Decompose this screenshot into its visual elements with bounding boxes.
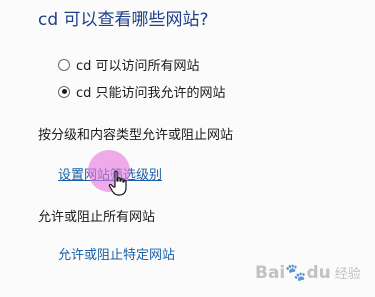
baidu-watermark: Bai🐾du 经验 bbox=[255, 263, 361, 283]
allow-block-specific-sites-link[interactable]: 允许或阻止特定网站 bbox=[58, 244, 175, 263]
radio-button-checked[interactable] bbox=[58, 85, 70, 98]
radio-allow-permitted[interactable]: cd 只能访问我允许的网站 bbox=[58, 82, 226, 101]
radio-label: cd 只能访问我允许的网站 bbox=[76, 86, 226, 101]
set-filter-level-link[interactable]: 设置网站筛选级别 bbox=[58, 164, 162, 183]
radio-button-unchecked[interactable] bbox=[58, 58, 70, 71]
radio-label: cd 可以访问所有网站 bbox=[76, 59, 200, 74]
page-title: cd 可以查看哪些网站? bbox=[38, 10, 209, 30]
section-label-filter: 按分级和内容类型允许或阻止网站 bbox=[38, 128, 234, 143]
section-label-allow-block: 允许或阻止所有网站 bbox=[38, 210, 156, 225]
radio-allow-all[interactable]: cd 可以访问所有网站 bbox=[58, 55, 200, 74]
